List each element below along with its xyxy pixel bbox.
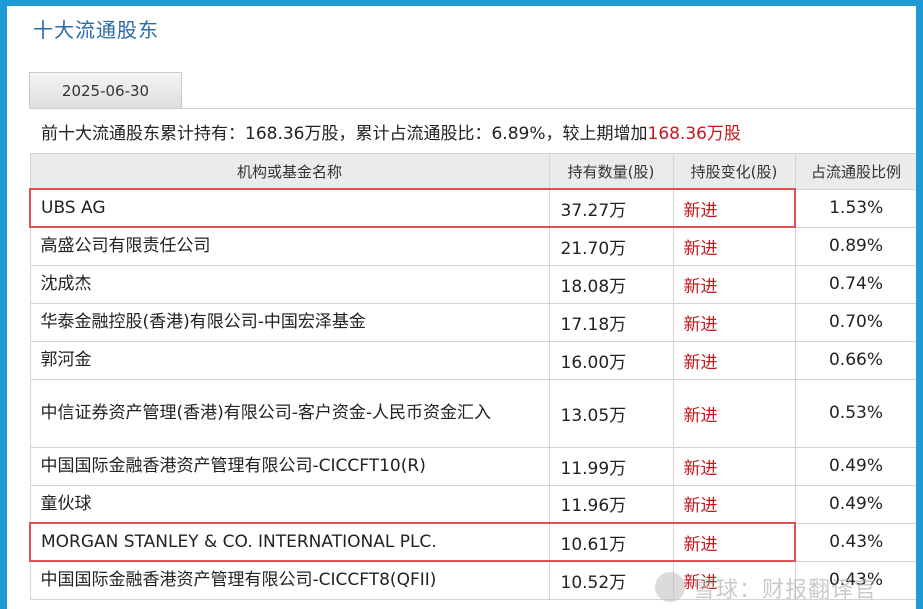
holder-change: 新进 bbox=[672, 188, 796, 228]
holder-change: 新进 bbox=[672, 378, 796, 448]
summary-prefix: 前十大流通股东累计持有：168.36万股，累计占流通股比：6.89%，较上期增加 bbox=[41, 124, 648, 144]
holder-pct: 0.89% bbox=[794, 226, 916, 266]
holder-name[interactable]: 高盛公司有限责任公司 bbox=[29, 226, 550, 266]
watermark-text: 雪球：财报翻译官 bbox=[693, 578, 878, 603]
holder-qty: 13.05万 bbox=[548, 378, 674, 448]
table-row: UBS AG 37.27万 新进 1.53% bbox=[29, 188, 916, 228]
holder-qty: 11.96万 bbox=[548, 484, 674, 524]
header-name[interactable]: 机构或基金名称 bbox=[29, 153, 550, 190]
summary-highlight: 168.36万股 bbox=[647, 124, 741, 144]
table-row: 华泰金融控股(香港)有限公司-中国宏泽基金 17.18万 新进 0.70% bbox=[29, 302, 916, 342]
snowball-logo-icon bbox=[655, 572, 685, 602]
table-header-row: 机构或基金名称 持有数量(股) 持股变化(股) 占流通股比例 bbox=[29, 153, 916, 190]
holder-name[interactable]: 华泰金融控股(香港)有限公司-中国宏泽基金 bbox=[29, 302, 550, 342]
holder-name[interactable]: 中国国际金融香港资产管理有限公司-CICCFT8(QFII) bbox=[29, 560, 550, 600]
holder-pct: 0.49% bbox=[794, 446, 916, 486]
holder-qty: 10.61万 bbox=[548, 522, 674, 562]
table-row: 童伙球 11.96万 新进 0.49% bbox=[29, 484, 916, 524]
holder-change: 新进 bbox=[672, 226, 796, 266]
holder-name[interactable]: UBS AG bbox=[29, 188, 550, 228]
tab-divider bbox=[29, 108, 916, 109]
holder-pct: 0.53% bbox=[794, 378, 916, 448]
shareholder-table: 机构或基金名称 持有数量(股) 持股变化(股) 占流通股比例 UBS AG 37… bbox=[29, 153, 916, 600]
tab-report-date[interactable]: 2025-06-30 bbox=[29, 72, 182, 108]
table-row: 中国国际金融香港资产管理有限公司-CICCFT10(R) 11.99万 新进 0… bbox=[29, 446, 916, 486]
holder-pct: 0.66% bbox=[794, 340, 916, 380]
summary-text: 前十大流通股东累计持有：168.36万股，累计占流通股比：6.89%，较上期增加… bbox=[41, 119, 741, 144]
holder-change: 新进 bbox=[672, 522, 796, 562]
table-row: 中信证券资产管理(香港)有限公司-客户资金-人民币资金汇入 13.05万 新进 … bbox=[29, 378, 916, 448]
holder-qty: 11.99万 bbox=[548, 446, 674, 486]
table-row: 沈成杰 18.08万 新进 0.74% bbox=[29, 264, 916, 304]
table-row: 高盛公司有限责任公司 21.70万 新进 0.89% bbox=[29, 226, 916, 266]
holder-qty: 16.00万 bbox=[548, 340, 674, 380]
table-row: 郭河金 16.00万 新进 0.66% bbox=[29, 340, 916, 380]
holder-pct: 1.53% bbox=[794, 188, 916, 228]
header-qty[interactable]: 持有数量(股) bbox=[548, 153, 674, 190]
table-row: MORGAN STANLEY & CO. INTERNATIONAL PLC. … bbox=[29, 522, 916, 562]
holder-qty: 21.70万 bbox=[548, 226, 674, 266]
holder-change: 新进 bbox=[672, 302, 796, 342]
holder-name[interactable]: MORGAN STANLEY & CO. INTERNATIONAL PLC. bbox=[29, 522, 550, 562]
section-title: 十大流通股东 bbox=[33, 18, 159, 42]
header-pct[interactable]: 占流通股比例 bbox=[794, 153, 916, 190]
holder-name[interactable]: 童伙球 bbox=[29, 484, 550, 524]
shareholder-panel: 十大流通股东 2025-06-30 前十大流通股东累计持有：168.36万股，累… bbox=[7, 6, 916, 609]
holder-name[interactable]: 中信证券资产管理(香港)有限公司-客户资金-人民币资金汇入 bbox=[29, 378, 550, 448]
header-change[interactable]: 持股变化(股) bbox=[672, 153, 796, 190]
holder-pct: 0.70% bbox=[794, 302, 916, 342]
holder-change: 新进 bbox=[672, 484, 796, 524]
holder-qty: 18.08万 bbox=[548, 264, 674, 304]
holder-change: 新进 bbox=[672, 264, 796, 304]
holder-qty: 17.18万 bbox=[548, 302, 674, 342]
holder-pct: 0.43% bbox=[794, 522, 916, 562]
holder-name[interactable]: 郭河金 bbox=[29, 340, 550, 380]
holder-qty: 10.52万 bbox=[548, 560, 674, 600]
holder-change: 新进 bbox=[672, 340, 796, 380]
holder-name[interactable]: 沈成杰 bbox=[29, 264, 550, 304]
holder-qty: 37.27万 bbox=[548, 188, 674, 228]
holder-change: 新进 bbox=[672, 446, 796, 486]
holder-pct: 0.49% bbox=[794, 484, 916, 524]
holder-pct: 0.74% bbox=[794, 264, 916, 304]
holder-name[interactable]: 中国国际金融香港资产管理有限公司-CICCFT10(R) bbox=[29, 446, 550, 486]
